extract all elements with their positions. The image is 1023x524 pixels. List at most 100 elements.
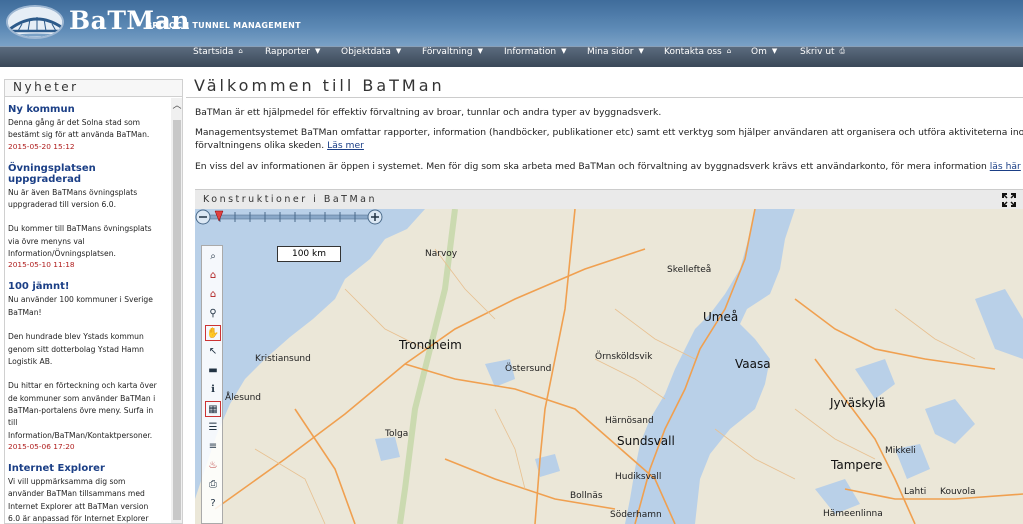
info-icon[interactable]: ℹ [205,382,221,398]
nav-rapporter[interactable]: Rapporter ▼ [265,47,320,68]
chevron-down-icon: ▼ [395,47,402,55]
marker-icon[interactable]: ♨ [205,458,221,474]
zoom-slider[interactable] [195,209,385,225]
list-icon[interactable]: ≡ [205,439,221,455]
pointer-icon[interactable]: ↖ [205,344,221,360]
pan-hand-icon[interactable]: ✋ [205,325,221,341]
map-label: Trondheim [399,338,462,352]
nav-kontakta-oss[interactable]: Kontakta oss ⌂ [664,47,731,68]
map-label: Östersund [505,364,552,374]
map-title: Konstruktioner i BaTMan [203,194,378,205]
layers-icon[interactable]: ☰ [205,420,221,436]
chevron-down-icon: ▼ [638,47,644,55]
chevron-down-icon: ▼ [561,47,567,55]
news-item-title[interactable]: Övningsplatsen uppgraderad [8,163,165,185]
map-label: Härnösand [605,416,654,426]
map-label: Kouvola [940,487,976,497]
help-icon[interactable]: ? [205,496,221,512]
fullscreen-icon[interactable] [1002,193,1016,207]
read-more-link[interactable]: Läs mer [327,140,364,151]
nav-label: Objektdata [341,47,391,57]
header-banner: BaTMan BRO OCH TUNNEL MANAGEMENT [0,0,1023,46]
news-item-title[interactable]: Internet Explorer [8,463,165,474]
map-label: Söderhamn [610,510,662,520]
nav-label: Förvaltning [422,47,473,57]
account-text: En viss del av informationen är öppen i … [195,161,987,172]
map-label: Jyväskylä [830,396,886,410]
nav-label: Kontakta oss [664,47,722,57]
zoom-extent-icon[interactable]: ⌕ [205,249,221,265]
logo[interactable] [6,5,64,39]
main-nav: Startsida ⌂ Rapporter ▼ Objektdata ▼ Förval… [0,46,1023,67]
printer-icon: ⎙ [839,47,846,55]
chevron-down-icon: ▼ [314,47,321,55]
print-icon[interactable]: ⎙ [205,477,221,493]
bridge-logo-icon [8,7,62,37]
scrollbar-thumb[interactable] [173,120,181,520]
map-label: Hudiksvall [615,472,662,482]
nav-label: Rapporter [265,47,310,57]
brand-tagline: BRO OCH TUNNEL MANAGEMENT [146,21,301,30]
map-label: Umeå [703,310,739,324]
news-item: Internet Explorer Vi vill uppmärksamma d… [8,463,165,523]
map-label: Lahti [904,487,927,497]
chevron-up-icon[interactable]: ︿ [172,101,182,111]
map-label: Narvoy [425,249,458,259]
map-label: Bollnäs [570,491,603,501]
nav-mina-sidor[interactable]: Mina sidor ▼ [587,47,644,68]
measure-icon[interactable]: ▬ [205,363,221,379]
page-title: Välkommen till BaTMan [194,76,445,95]
map-label: Tampere [831,458,883,472]
news-item: Ny kommun Denna gång är det Solna stad s… [8,104,165,151]
map-label: Tolga [385,429,409,439]
news-list: Ny kommun Denna gång är det Solna stad s… [5,98,169,523]
system-text-cont: förvaltningens olika skeden. [195,140,325,151]
map-header: Konstruktioner i BaTMan [195,189,1023,209]
map-label: Sundsvall [617,434,675,448]
chevron-down-icon: ▼ [771,47,778,55]
system-text: Managementsystemet BaTMan omfattar rappo… [195,127,1023,138]
map-label: Hämeenlinna [823,509,883,519]
home-icon: ⌂ [238,47,243,55]
map-label: Vaasa [735,357,771,371]
news-scrollbar[interactable]: ︿ [171,98,182,523]
nav-label: Information [504,47,557,57]
news-item-date: 2015-05-20 15:12 [8,141,75,151]
chevron-down-icon: ▼ [477,47,483,55]
nav-skriv-ut[interactable]: Skriv ut ⎙ [800,47,845,68]
news-item: Övningsplatsen uppgraderad Nu är även Ba… [8,163,165,270]
nav-om[interactable]: Om ▼ [751,47,777,68]
news-item-date: 2015-05-06 17:20 [8,441,75,451]
news-item-date: 2015-05-10 11:18 [8,260,75,270]
news-item-body: Denna gång är det Solna stad som bestämt… [8,118,150,140]
read-here-link[interactable]: läs här [990,161,1021,172]
nav-forvaltning[interactable]: Förvaltning ▼ [422,47,483,68]
news-item-title[interactable]: 100 jämnt! [8,281,165,292]
map-toolbar: ⌕ ⌂ ⌂ ⚲ ✋ ↖ ▬ ℹ ▦ ☰ ≡ ♨ ⎙ ? [201,245,223,524]
page-title-bar: Välkommen till BaTMan [186,74,1023,98]
nav-label: Mina sidor [587,47,634,57]
news-item-body: Nu använder 100 kommuner i Sverige BaTMa… [8,295,157,440]
nav-label: Startsida [193,47,234,57]
nav-information[interactable]: Information ▼ [504,47,567,68]
news-title: Nyheter [5,80,182,97]
account-paragraph: En viss del av informationen är öppen i … [195,160,1021,173]
map-label: Örnsköldsvik [595,352,653,362]
search-icon[interactable]: ⚲ [205,306,221,322]
intro-paragraph: BaTMan är ett hjälpmedel för effektiv fö… [195,107,662,118]
nav-startsida[interactable]: Startsida ⌂ [193,47,243,68]
home-icon[interactable]: ⌂ [205,268,221,284]
map-view[interactable]: Narvoy Skellefteå Umeå Trondheim Kristia… [195,209,1023,524]
system-paragraph: Managementsystemet BaTMan omfattar rappo… [195,126,1023,152]
nav-objektdata[interactable]: Objektdata ▼ [341,47,401,68]
news-item: 100 jämnt! Nu använder 100 kommuner i Sv… [8,281,165,451]
nav-label: Skriv ut [800,47,835,57]
map-label: Skellefteå [667,265,712,275]
layer-image-icon[interactable]: ▦ [205,401,221,417]
bridge-search-icon[interactable]: ⌂ [205,287,221,303]
scale-bar: 100 km [277,246,341,262]
news-panel: Nyheter Ny kommun Denna gång är det Soln… [4,79,183,524]
nav-label: Om [751,47,767,57]
home-icon: ⌂ [726,47,732,55]
news-item-title[interactable]: Ny kommun [8,104,165,115]
